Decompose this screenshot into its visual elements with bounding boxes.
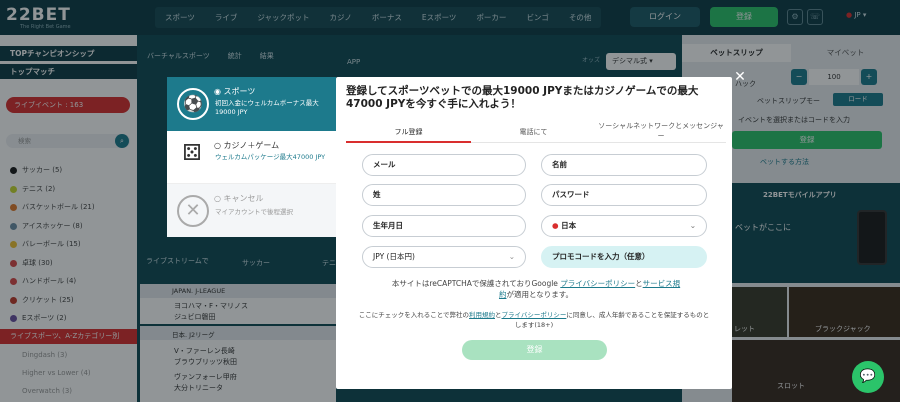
chat-icon[interactable]: 💬: [852, 361, 884, 393]
casino-chips-icon: ⚄: [182, 141, 202, 166]
birthdate-field[interactable]: 生年月日: [362, 215, 526, 237]
privacy-policy-link[interactable]: プライバシーポリシー: [560, 279, 635, 288]
password-field[interactable]: パスワード: [541, 184, 707, 206]
close-icon[interactable]: ✕: [732, 69, 748, 85]
casino-bonus-desc: ウェルカムパッケージ最大47000 JPY: [215, 153, 326, 161]
bonus-option-sports[interactable]: ⚽ ◉ スポーツ 初回入金にウェルカムボーナス最大19000 JPY: [167, 77, 336, 131]
tab-social[interactable]: ソーシャルネットワークとメッセンジャー: [596, 121, 726, 141]
tab-phone[interactable]: 電話にて: [471, 127, 596, 137]
casino-radio[interactable]: ○ カジノ＋ゲーム: [214, 140, 279, 151]
bonus-chooser: ⚽ ◉ スポーツ 初回入金にウェルカムボーナス最大19000 JPY ⚄ ○ カ…: [167, 77, 336, 237]
registration-modal: 登録してスポーツベットでの最大19000 JPYまたはカジノゲームでの最大470…: [336, 77, 732, 389]
registration-tabs: フル登録 電話にて ソーシャルネットワークとメッセンジャー: [346, 119, 726, 143]
email-field[interactable]: メール: [362, 154, 526, 176]
terms-link[interactable]: サービス規: [643, 279, 681, 288]
sports-radio[interactable]: ◉ スポーツ: [214, 86, 255, 97]
promo-code-field[interactable]: プロモコードを入力（任意）: [541, 246, 707, 268]
cancel-icon: ✕: [177, 195, 209, 227]
recaptcha-notice: 本サイトはreCAPTCHAで保護されておりGoogle プライバシーポリシーと…: [391, 279, 681, 299]
country-select[interactable]: ● 日本 ⌄: [541, 215, 707, 237]
cancel-desc: マイアカウントで後程選択: [215, 208, 293, 216]
tab-full-registration[interactable]: フル登録: [346, 127, 471, 143]
soccer-ball-icon: ⚽: [177, 88, 209, 120]
consent-text: ここにチェックを入れることで弊社の利用規約とプライバシーポリシーに同意し、成人年…: [358, 311, 710, 329]
currency-select[interactable]: JPY (日本円) ⌄: [362, 246, 526, 268]
bonus-option-cancel[interactable]: ✕ ○ キャンセル マイアカウントで後程選択: [167, 184, 336, 237]
consent-privacy-link[interactable]: プライバシーポリシー: [502, 311, 567, 319]
chevron-down-icon: ⌄: [689, 221, 696, 230]
cancel-radio[interactable]: ○ キャンセル: [214, 193, 264, 204]
surname-field[interactable]: 姓: [362, 184, 526, 206]
name-field[interactable]: 名前: [541, 154, 707, 176]
chevron-down-icon: ⌄: [508, 252, 515, 261]
japan-flag-icon: ●: [552, 221, 559, 230]
submit-register-button[interactable]: 登録: [462, 340, 607, 360]
modal-title: 登録してスポーツベットでの最大19000 JPYまたはカジノゲームでの最大470…: [346, 85, 699, 110]
consent-terms-link[interactable]: 利用規約: [469, 311, 495, 319]
bonus-option-casino[interactable]: ⚄ ○ カジノ＋ゲーム ウェルカムパッケージ最大47000 JPY: [167, 131, 336, 184]
sports-bonus-desc: 初回入金にウェルカムボーナス最大19000 JPY: [215, 99, 319, 116]
